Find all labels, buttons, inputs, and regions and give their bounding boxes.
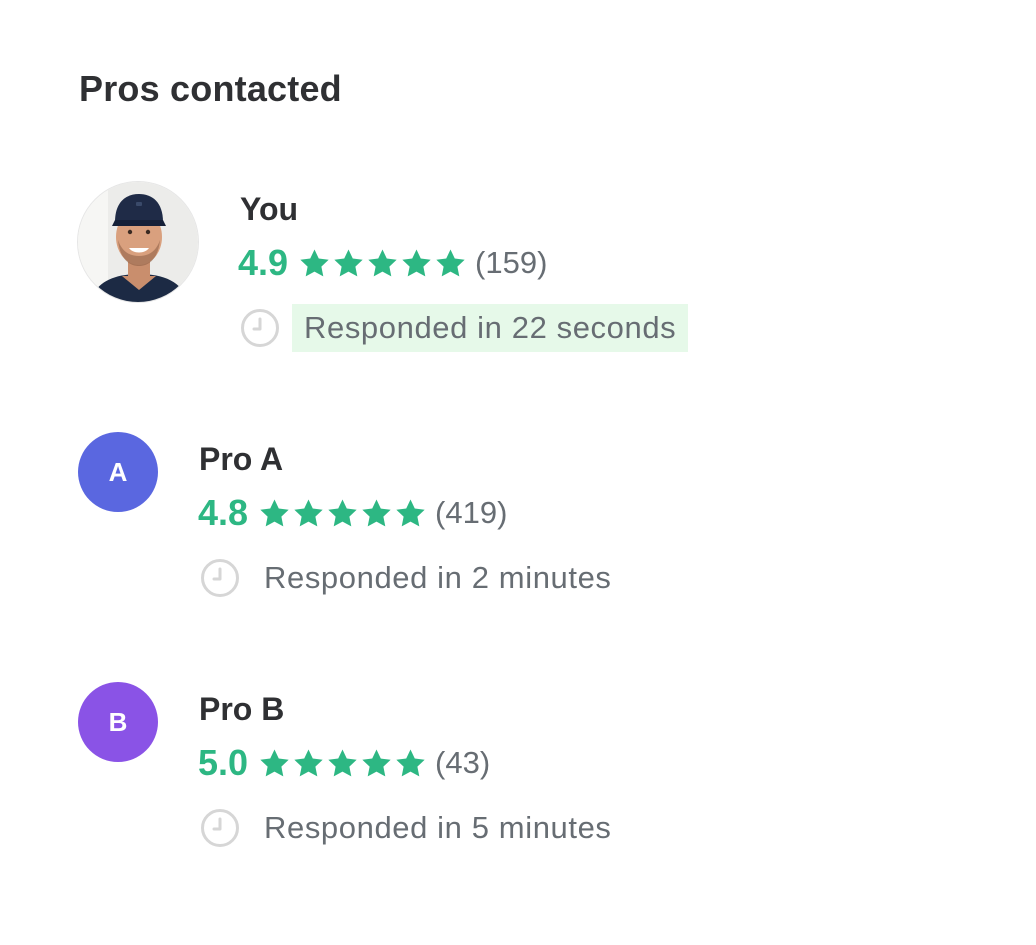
star-icon bbox=[328, 498, 357, 526]
rating-value: 4.8 bbox=[198, 492, 249, 533]
review-count: (419) bbox=[435, 495, 508, 530]
rating-value: 4.9 bbox=[238, 242, 289, 283]
star-icon bbox=[328, 748, 357, 776]
rating-value: 5.0 bbox=[198, 742, 249, 783]
clock-icon bbox=[201, 809, 239, 847]
pro-name: Pro B bbox=[199, 691, 285, 727]
rating-row: 4.8 (419) bbox=[198, 491, 507, 535]
star-icon bbox=[362, 748, 391, 776]
avatar: B bbox=[78, 682, 158, 762]
avatar bbox=[77, 181, 199, 303]
response-time: Responded in 22 seconds bbox=[292, 304, 689, 352]
review-count: (159) bbox=[475, 245, 548, 280]
response-row: Responded in 2 minutes bbox=[200, 552, 624, 604]
star-rating bbox=[298, 247, 467, 280]
star-rating bbox=[258, 497, 427, 530]
avatar-photo-image bbox=[78, 182, 198, 302]
star-icon bbox=[334, 248, 363, 276]
star-icon bbox=[436, 248, 465, 276]
avatar: A bbox=[78, 432, 158, 512]
response-row: Responded in 22 seconds bbox=[240, 302, 689, 354]
clock-icon bbox=[201, 559, 239, 597]
star-icon bbox=[402, 248, 431, 276]
clock-icon bbox=[241, 309, 279, 347]
star-icon bbox=[260, 498, 289, 526]
star-icon bbox=[396, 498, 425, 526]
page-title: Pros contacted bbox=[79, 68, 342, 109]
star-rating bbox=[258, 747, 427, 780]
response-time: Responded in 2 minutes bbox=[264, 560, 612, 595]
star-icon bbox=[294, 498, 323, 526]
star-icon bbox=[294, 748, 323, 776]
response-time: Responded in 5 minutes bbox=[264, 810, 612, 845]
pro-name: Pro A bbox=[199, 441, 284, 477]
review-count: (43) bbox=[435, 745, 491, 780]
star-icon bbox=[362, 498, 391, 526]
star-icon bbox=[396, 748, 425, 776]
star-icon bbox=[300, 248, 329, 276]
rating-row: 5.0 (43) bbox=[198, 741, 490, 785]
pro-name: You bbox=[240, 191, 299, 227]
response-row: Responded in 5 minutes bbox=[200, 802, 624, 854]
star-icon bbox=[368, 248, 397, 276]
rating-row: 4.9 (159) bbox=[238, 241, 547, 285]
star-icon bbox=[260, 748, 289, 776]
